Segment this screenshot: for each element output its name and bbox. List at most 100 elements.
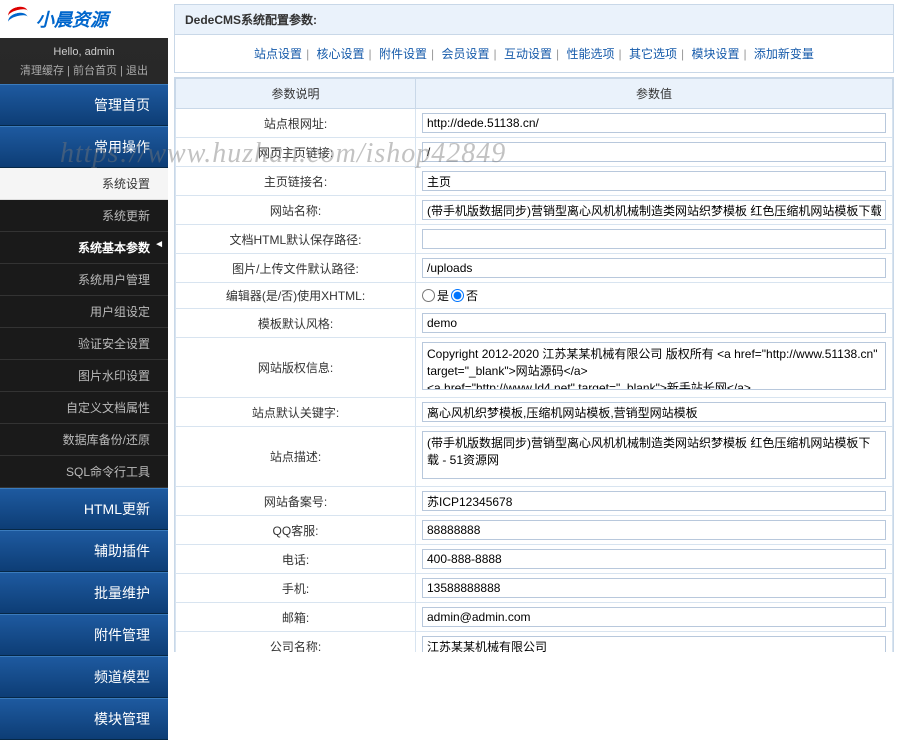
row-htmlpath: 文档HTML默认保存路径: [176, 225, 893, 254]
input-tpl[interactable] [422, 313, 886, 333]
label-homename: 主页链接名: [176, 167, 416, 196]
input-beian[interactable] [422, 491, 886, 511]
nav-common[interactable]: 常用操作 [0, 126, 168, 168]
xhtml-radio-group: 是 否 [422, 287, 886, 304]
row-beian: 网站备案号: [176, 487, 893, 516]
row-qq: QQ客服: [176, 516, 893, 545]
input-homename[interactable] [422, 171, 886, 191]
nav-system-sql[interactable]: SQL命令行工具 [0, 456, 168, 488]
th-value: 参数值 [416, 79, 893, 109]
label-company: 公司名称: [176, 632, 416, 653]
row-keywords: 站点默认关键字: [176, 398, 893, 427]
textarea-copyright[interactable]: Copyright 2012-2020 江苏某某机械有限公司 版权所有 <a h… [422, 342, 886, 390]
input-htmlpath[interactable] [422, 229, 886, 249]
nav-system-group[interactable]: 用户组设定 [0, 296, 168, 328]
frontend-link[interactable]: 前台首页 [73, 65, 117, 77]
tab-other[interactable]: 其它选项 [629, 47, 677, 61]
label-upload: 图片/上传文件默认路径: [176, 254, 416, 283]
tab-core[interactable]: 核心设置 [317, 47, 365, 61]
input-email[interactable] [422, 607, 886, 627]
input-sitename[interactable] [422, 200, 886, 220]
input-company[interactable] [422, 636, 886, 652]
table-header-row: 参数说明 参数值 [176, 79, 893, 109]
tab-bar: 站点设置| 核心设置| 附件设置| 会员设置| 互动设置| 性能选项| 其它选项… [175, 35, 893, 72]
row-mobile: 手机: [176, 574, 893, 603]
config-panel: DedeCMS系统配置参数: 站点设置| 核心设置| 附件设置| 会员设置| 互… [174, 4, 894, 73]
label-email: 邮箱: [176, 603, 416, 632]
nav-system-security[interactable]: 验证安全设置 [0, 328, 168, 360]
textarea-desc[interactable]: (带手机版数据同步)营销型离心风机机械制造类网站织梦模板 红色压缩机网站模板下载… [422, 431, 886, 479]
hello-admin: Hello, admin [0, 38, 168, 62]
input-tel[interactable] [422, 549, 886, 569]
row-index: 网页主页链接: [176, 138, 893, 167]
label-copyright: 网站版权信息: [176, 338, 416, 398]
label-mobile: 手机: [176, 574, 416, 603]
radio-xhtml-yes[interactable] [422, 289, 435, 302]
nav-home[interactable]: 管理首页 [0, 84, 168, 126]
row-upload: 图片/上传文件默认路径: [176, 254, 893, 283]
nav-system-user[interactable]: 系统用户管理 [0, 264, 168, 296]
label-keywords: 站点默认关键字: [176, 398, 416, 427]
nav-system-basic[interactable]: 系统基本参数 [0, 232, 168, 264]
nav-module[interactable]: 模块管理 [0, 698, 168, 740]
clear-cache-link[interactable]: 清理缓存 [20, 65, 64, 77]
nav-system-custom[interactable]: 自定义文档属性 [0, 392, 168, 424]
input-upload[interactable] [422, 258, 886, 278]
label-sitename: 网站名称: [176, 196, 416, 225]
top-links: 清理缓存 | 前台首页 | 退出 [0, 62, 168, 84]
row-tel: 电话: [176, 545, 893, 574]
label-baseurl: 站点根网址: [176, 109, 416, 138]
label-tel: 电话: [176, 545, 416, 574]
label-qq: QQ客服: [176, 516, 416, 545]
label-index: 网页主页链接: [176, 138, 416, 167]
params-grid-panel: 参数说明 参数值 站点根网址: 网页主页链接: 主页链接名: 网站名称: 文档H… [174, 77, 894, 652]
row-tpl: 模板默认风格: [176, 309, 893, 338]
radio-xhtml-no[interactable] [451, 289, 464, 302]
row-homename: 主页链接名: [176, 167, 893, 196]
panel-title: DedeCMS系统配置参数: [175, 5, 893, 35]
row-xhtml: 编辑器(是/否)使用XHTML: 是 否 [176, 283, 893, 309]
tab-module[interactable]: 模块设置 [691, 47, 739, 61]
row-baseurl: 站点根网址: [176, 109, 893, 138]
th-label: 参数说明 [176, 79, 416, 109]
label-desc: 站点描述: [176, 427, 416, 487]
nav-system-backup[interactable]: 数据库备份/还原 [0, 424, 168, 456]
logout-link[interactable]: 退出 [126, 65, 148, 77]
tab-attach[interactable]: 附件设置 [379, 47, 427, 61]
label-beian: 网站备案号: [176, 487, 416, 516]
label-xhtml: 编辑器(是/否)使用XHTML: [176, 283, 416, 309]
nav-plugin[interactable]: 辅助插件 [0, 530, 168, 572]
input-keywords[interactable] [422, 402, 886, 422]
row-company: 公司名称: [176, 632, 893, 653]
tab-site[interactable]: 站点设置 [254, 47, 302, 61]
row-sitename: 网站名称: [176, 196, 893, 225]
nav-attach[interactable]: 附件管理 [0, 614, 168, 656]
input-mobile[interactable] [422, 578, 886, 598]
nav-channel[interactable]: 频道模型 [0, 656, 168, 698]
input-baseurl[interactable] [422, 113, 886, 133]
tab-member[interactable]: 会员设置 [442, 47, 490, 61]
input-index[interactable] [422, 142, 886, 162]
label-tpl: 模板默认风格: [176, 309, 416, 338]
tab-interact[interactable]: 互动设置 [504, 47, 552, 61]
logo: 小晨资源 [0, 0, 168, 38]
row-copyright: 网站版权信息:Copyright 2012-2020 江苏某某机械有限公司 版权… [176, 338, 893, 398]
nav-system-watermark[interactable]: 图片水印设置 [0, 360, 168, 392]
nav-system[interactable]: 系统设置 [0, 168, 168, 200]
nav-batch[interactable]: 批量维护 [0, 572, 168, 614]
row-desc: 站点描述:(带手机版数据同步)营销型离心风机机械制造类网站织梦模板 红色压缩机网… [176, 427, 893, 487]
radio-label-no: 否 [466, 287, 478, 304]
logo-icon [8, 7, 32, 31]
tab-addvar[interactable]: 添加新变量 [754, 47, 814, 61]
content-area: DedeCMS系统配置参数: 站点设置| 核心设置| 附件设置| 会员设置| 互… [168, 0, 900, 652]
nav-system-update[interactable]: 系统更新 [0, 200, 168, 232]
input-qq[interactable] [422, 520, 886, 540]
radio-label-yes: 是 [437, 287, 449, 304]
sidebar: 小晨资源 Hello, admin 清理缓存 | 前台首页 | 退出 管理首页 … [0, 0, 168, 652]
label-htmlpath: 文档HTML默认保存路径: [176, 225, 416, 254]
params-table: 参数说明 参数值 站点根网址: 网页主页链接: 主页链接名: 网站名称: 文档H… [175, 78, 893, 652]
tab-perf[interactable]: 性能选项 [566, 47, 614, 61]
logo-text: 小晨资源 [36, 6, 108, 32]
row-email: 邮箱: [176, 603, 893, 632]
nav-html[interactable]: HTML更新 [0, 488, 168, 530]
